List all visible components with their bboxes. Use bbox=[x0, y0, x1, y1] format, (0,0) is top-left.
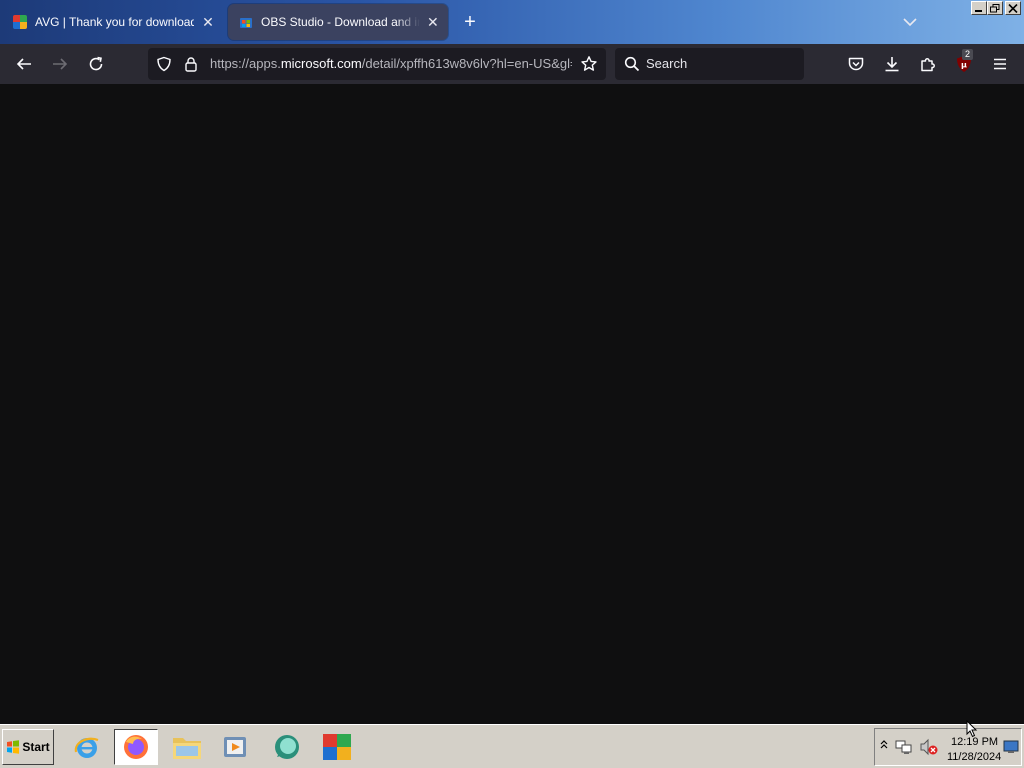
taskbar: Start 12:19 PM 11/28/2024 bbox=[0, 724, 1024, 768]
extensions-button[interactable] bbox=[914, 50, 942, 78]
minimize-button[interactable] bbox=[971, 1, 987, 15]
pocket-button[interactable] bbox=[842, 50, 870, 78]
puzzle-piece-icon bbox=[921, 58, 935, 72]
hamburger-menu-icon bbox=[994, 58, 1006, 70]
restore-button[interactable] bbox=[987, 1, 1003, 15]
search-icon bbox=[624, 56, 640, 72]
ublock-origin-button[interactable]: μ 2 bbox=[950, 49, 978, 78]
internet-explorer-launcher[interactable] bbox=[70, 729, 104, 765]
reload-button[interactable] bbox=[82, 50, 110, 78]
back-button[interactable] bbox=[10, 50, 38, 78]
firefox-icon bbox=[124, 735, 148, 759]
bookmark-star-icon[interactable] bbox=[580, 55, 598, 73]
close-window-button[interactable] bbox=[1005, 1, 1021, 15]
media-player-launcher[interactable] bbox=[218, 729, 252, 765]
avg-launcher[interactable] bbox=[320, 729, 354, 765]
avg-icon bbox=[323, 734, 351, 760]
avg-favicon-icon bbox=[13, 15, 27, 29]
show-desktop-icon[interactable] bbox=[1003, 740, 1019, 754]
tracking-protection-shield-icon[interactable] bbox=[155, 55, 173, 73]
new-tab-button[interactable]: + bbox=[458, 11, 482, 35]
pocket-icon bbox=[848, 57, 864, 71]
windows-flag-icon bbox=[7, 740, 20, 754]
url-prefix: https://apps. bbox=[210, 56, 281, 71]
download-icon bbox=[885, 57, 899, 72]
network-icon[interactable] bbox=[895, 739, 913, 755]
tab-avg[interactable]: AVG | Thank you for downloading ✕ bbox=[2, 4, 224, 40]
start-button[interactable]: Start bbox=[2, 729, 54, 765]
tab-title: AVG | Thank you for downloading bbox=[35, 15, 194, 29]
search-box[interactable]: Search bbox=[615, 48, 804, 80]
ublock-badge: 2 bbox=[962, 49, 974, 60]
url-path: /detail/xpffh613w8v6lv?hl=en-US&gl=US bbox=[361, 56, 572, 71]
microsoft-store-favicon-icon bbox=[240, 18, 252, 28]
page-content[interactable] bbox=[0, 84, 1024, 724]
media-player-icon bbox=[224, 737, 246, 757]
navigation-toolbar: https://apps.microsoft.com/detail/xpffh6… bbox=[0, 44, 1024, 84]
tab-title: OBS Studio - Download and install on bbox=[261, 15, 420, 29]
system-tray: 12:19 PM 11/28/2024 bbox=[874, 728, 1022, 766]
reload-icon bbox=[89, 56, 103, 71]
forward-arrow-icon bbox=[53, 58, 68, 70]
chat-app-launcher[interactable] bbox=[270, 729, 304, 765]
search-placeholder: Search bbox=[646, 56, 688, 71]
tab-strip: AVG | Thank you for downloading ✕ OBS St… bbox=[0, 0, 1024, 44]
file-explorer-launcher[interactable] bbox=[170, 729, 204, 765]
folder-icon bbox=[173, 738, 201, 759]
firefox-launcher[interactable] bbox=[114, 729, 158, 765]
svg-text:μ: μ bbox=[961, 61, 967, 70]
volume-muted-icon[interactable] bbox=[919, 738, 939, 756]
chat-bubble-icon bbox=[275, 735, 299, 759]
lock-icon[interactable] bbox=[182, 55, 200, 73]
close-tab-icon[interactable]: ✕ bbox=[426, 13, 440, 31]
downloads-button[interactable] bbox=[878, 50, 906, 78]
forward-button[interactable] bbox=[46, 50, 74, 78]
list-all-tabs-chevron-icon[interactable] bbox=[900, 12, 920, 32]
url-host: microsoft.com bbox=[280, 56, 362, 71]
clock-date[interactable]: 11/28/2024 bbox=[947, 751, 1001, 763]
start-label: Start bbox=[22, 740, 50, 754]
tab-obs-studio[interactable]: OBS Studio - Download and install on ✕ bbox=[228, 4, 448, 40]
mouse-cursor-icon bbox=[966, 720, 978, 738]
internet-explorer-icon bbox=[74, 737, 99, 758]
close-tab-icon[interactable]: ✕ bbox=[200, 13, 216, 31]
show-hidden-icons-chevron-icon[interactable] bbox=[880, 740, 888, 750]
app-menu-button[interactable] bbox=[986, 50, 1014, 78]
url-bar[interactable]: https://apps.microsoft.com/detail/xpffh6… bbox=[148, 48, 606, 80]
back-arrow-icon bbox=[16, 58, 31, 70]
url-text[interactable]: https://apps.microsoft.com/detail/xpffh6… bbox=[210, 56, 572, 74]
